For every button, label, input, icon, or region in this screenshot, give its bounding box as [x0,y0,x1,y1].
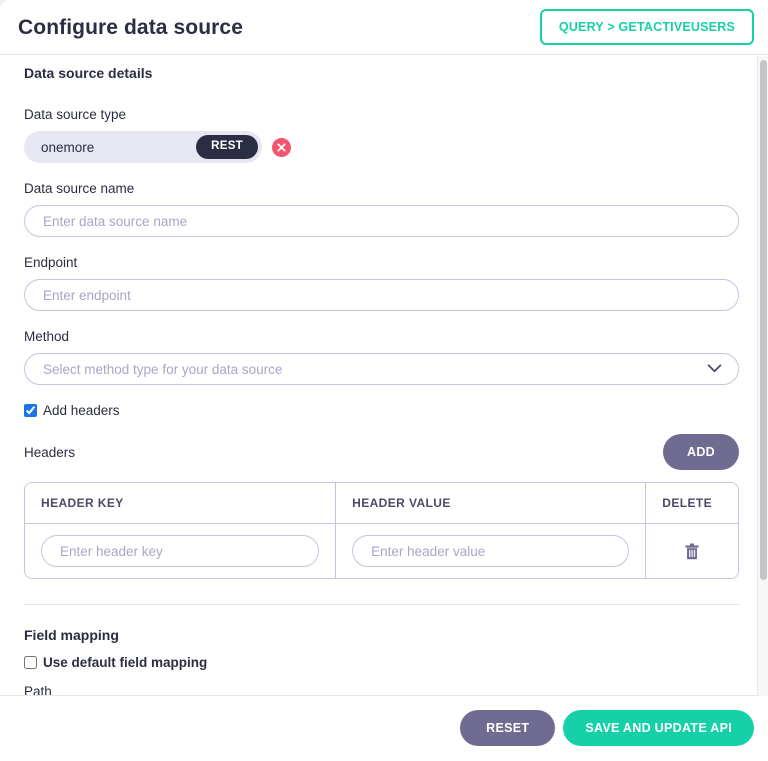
headers-table: HEADER KEY HEADER VALUE DELETE [24,482,739,579]
headers-table-head: HEADER KEY HEADER VALUE DELETE [25,483,738,524]
field-mapping-title: Field mapping [24,627,739,643]
column-header-value: HEADER VALUE [335,483,645,524]
data-source-name-input[interactable] [24,205,739,237]
data-source-type-field: Data source type onemore REST [24,107,739,163]
header-value-input[interactable] [352,535,629,567]
window-footer: RESET SAVE AND UPDATE API [0,696,768,760]
form-scroll-area[interactable]: Data source details Data source type one… [0,55,768,696]
close-icon-glyph [277,143,286,152]
data-source-type-chip[interactable]: onemore REST [24,131,262,163]
page-title: Configure data source [18,17,243,38]
data-source-chip-badge: REST [196,135,258,159]
vertical-scrollbar-track[interactable] [757,56,768,696]
headers-table-body [25,524,738,578]
header-key-cell [25,524,335,578]
reset-button[interactable]: RESET [460,710,555,746]
query-breadcrumb-button[interactable]: QUERY > GETACTIVEUSERS [540,9,754,45]
use-default-field-mapping-row[interactable]: Use default field mapping [24,655,739,670]
column-header-key: HEADER KEY [25,483,335,524]
configure-data-source-window: Configure data source QUERY > GETACTIVEU… [0,0,768,761]
endpoint-field: Endpoint [24,255,739,311]
data-source-type-chip-row: onemore REST [24,131,739,163]
save-and-update-api-button[interactable]: SAVE AND UPDATE API [563,710,754,746]
use-default-field-mapping-label[interactable]: Use default field mapping [43,655,207,670]
method-label: Method [24,329,739,344]
window-header: Configure data source QUERY > GETACTIVEU… [0,0,768,55]
section-divider [24,604,739,605]
data-source-type-label: Data source type [24,107,739,122]
form-content: Data source details Data source type one… [0,55,768,696]
use-default-field-mapping-checkbox[interactable] [24,656,37,669]
endpoint-label: Endpoint [24,255,739,270]
headers-caption: Headers [24,445,75,460]
add-headers-row[interactable]: Add headers [24,403,739,418]
header-key-input[interactable] [41,535,319,567]
endpoint-input[interactable] [24,279,739,311]
path-field: Path [24,684,739,696]
header-delete-cell [645,524,738,578]
add-headers-checkbox[interactable] [24,404,37,417]
add-header-button[interactable]: ADD [663,434,739,470]
headers-table-header-row: HEADER KEY HEADER VALUE DELETE [25,483,738,524]
delete-header-button[interactable] [662,543,722,560]
data-source-chip-name: onemore [41,140,94,155]
header-value-cell [335,524,645,578]
data-source-name-field: Data source name [24,181,739,237]
data-source-name-label: Data source name [24,181,739,196]
table-row [25,524,738,578]
close-icon[interactable] [272,138,291,157]
method-select-input[interactable] [24,353,739,385]
path-label: Path [24,684,739,696]
vertical-scrollbar-thumb[interactable] [760,60,767,580]
data-source-details-title: Data source details [24,65,739,81]
method-select-wrap [24,353,739,385]
column-header-delete: DELETE [645,483,738,524]
add-headers-label[interactable]: Add headers [43,403,120,418]
trash-icon [685,543,699,560]
headers-toolbar: Headers ADD [24,434,739,470]
method-field: Method [24,329,739,385]
